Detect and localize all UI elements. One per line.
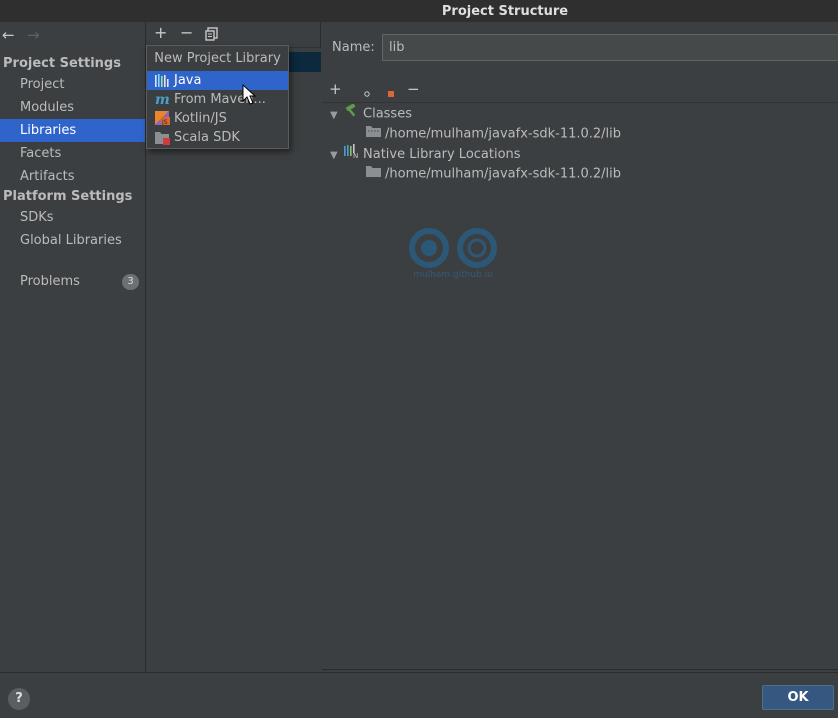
sidebar-item-facets[interactable]: Facets xyxy=(0,142,145,165)
forward-arrow-icon[interactable]: → xyxy=(27,26,40,44)
help-button[interactable]: ? xyxy=(8,688,30,710)
java-library-icon xyxy=(155,73,171,88)
popup-item-label: Kotlin/JS xyxy=(174,111,227,126)
folder-icon xyxy=(366,164,382,184)
mouse-cursor-icon xyxy=(242,84,256,105)
problems-count-badge: 3 xyxy=(122,274,139,290)
popup-item-kotlin-js[interactable]: JS Kotlin/JS xyxy=(147,109,288,128)
new-project-library-popup: New Project Library Java m From Maven...… xyxy=(146,45,289,149)
library-name-field[interactable]: lib xyxy=(382,34,838,61)
chevron-down-icon[interactable]: ▼ xyxy=(330,106,344,126)
popup-title: New Project Library xyxy=(154,51,281,66)
tree-node-label: Native Library Locations xyxy=(363,147,521,162)
title-bar: Project Structure xyxy=(0,0,838,22)
popup-item-scala-sdk[interactable]: Scala SDK xyxy=(147,128,288,147)
svg-text:m: m xyxy=(155,92,170,107)
sidebar-item-global-libraries[interactable]: Global Libraries xyxy=(0,229,145,252)
tree-node-native-path[interactable]: /home/mulham/javafx-sdk-11.0.2/lib xyxy=(366,164,621,184)
remove-root-button[interactable]: − xyxy=(407,80,420,98)
tree-node-classes[interactable]: ▼ Classes xyxy=(330,103,412,126)
sidebar-item-artifacts[interactable]: Artifacts xyxy=(0,165,145,188)
infinity-logo-icon xyxy=(409,228,497,268)
project-settings-header: Project Settings xyxy=(3,56,121,71)
dialog-footer: ? OK xyxy=(0,672,838,718)
window-title: Project Structure xyxy=(441,4,569,19)
tree-node-label: Classes xyxy=(363,106,412,122)
sidebar-item-modules[interactable]: Modules xyxy=(0,96,145,119)
library-roots-tree[interactable]: ▼ Classes /home/mulham/javafx-sdk-11.0.2/… xyxy=(322,102,838,670)
sidebar-item-project[interactable]: Project xyxy=(0,73,145,96)
tree-node-label: /home/mulham/javafx-sdk-11.0.2/lib xyxy=(385,166,622,182)
jar-folder-icon xyxy=(366,124,382,144)
remove-library-button[interactable]: − xyxy=(180,23,193,42)
kotlin-js-icon: JS xyxy=(155,111,171,126)
platform-settings-header: Platform Settings xyxy=(3,189,133,204)
sidebar-item-libraries[interactable]: Libraries xyxy=(0,119,145,142)
copy-icon[interactable] xyxy=(205,26,218,45)
sidebar-item-sdks[interactable]: SDKs xyxy=(0,206,145,229)
libraries-toolbar: + − xyxy=(147,22,321,46)
settings-sidebar: ← → Project Settings Project Modules Lib… xyxy=(0,22,146,672)
history-nav: ← → xyxy=(0,26,60,46)
problems-label: Problems xyxy=(20,274,80,289)
hammer-icon xyxy=(344,103,360,124)
native-library-icon: N xyxy=(344,144,360,165)
tree-node-native-library-locations[interactable]: ▼ N Native Library Locations xyxy=(330,144,521,164)
watermark-logo: mulham.github.io xyxy=(407,226,499,284)
scala-sdk-icon xyxy=(155,130,171,145)
svg-text:JS: JS xyxy=(161,119,168,126)
ok-button[interactable]: OK xyxy=(762,685,834,710)
maven-icon: m xyxy=(155,92,171,108)
popup-item-from-maven[interactable]: m From Maven... xyxy=(147,90,288,109)
library-details-panel: Name: lib + + + − ▼Classes /home/mulham/… xyxy=(322,22,838,672)
popup-item-label: Java xyxy=(174,73,202,88)
popup-item-label: Scala SDK xyxy=(174,130,240,145)
popup-item-java[interactable]: Java xyxy=(147,71,288,90)
back-arrow-icon[interactable]: ← xyxy=(2,26,15,44)
svg-text:N: N xyxy=(353,152,358,158)
add-library-button[interactable]: + xyxy=(154,23,167,42)
add-root-button[interactable]: + xyxy=(329,80,342,98)
chevron-down-icon[interactable]: ▼ xyxy=(330,146,344,166)
watermark-text: mulham.github.io xyxy=(413,270,493,280)
name-label: Name: xyxy=(332,40,375,55)
sidebar-item-problems[interactable]: Problems 3 xyxy=(0,270,145,293)
tree-node-label: /home/mulham/javafx-sdk-11.0.2/lib xyxy=(385,126,622,142)
tree-node-classes-path[interactable]: /home/mulham/javafx-sdk-11.0.2/lib xyxy=(366,124,621,144)
